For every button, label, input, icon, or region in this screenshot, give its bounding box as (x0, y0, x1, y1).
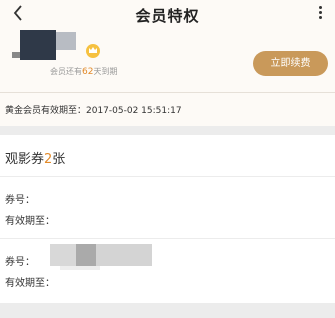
tickets-section: 观影券2张 券号： 有效期至： 券号： 有效期至： (0, 135, 335, 303)
member-card: 会员还有62天到期 立即续费 (0, 30, 335, 92)
membership-validity-text: 黄金会员有效期至：2017-05-02 15:51:17 (5, 106, 182, 116)
crown-icon (86, 44, 100, 58)
ticket-number-label: 券号： (5, 195, 35, 206)
renew-button[interactable]: 立即续费 (253, 51, 328, 76)
ticket-expiry-label: 有效期至： (5, 278, 55, 289)
expire-days: 62 (82, 67, 94, 77)
more-vertical-icon[interactable] (315, 5, 325, 25)
ticket-expiry-label: 有效期至： (5, 216, 55, 227)
navbar: 会员特权 (0, 0, 335, 30)
membership-expire-text: 会员还有62天到期 (50, 67, 118, 77)
ticket-number-label: 券号： (5, 257, 35, 268)
bottom-strip (0, 303, 335, 318)
tickets-title: 观影券2张 (5, 152, 66, 167)
divider (0, 176, 335, 177)
ticket-number-redacted (50, 244, 152, 270)
avatar[interactable] (12, 30, 80, 60)
divider (0, 238, 335, 239)
page-title: 会员特权 (135, 7, 200, 25)
section-gap (0, 126, 335, 135)
membership-validity-row: 黄金会员有效期至：2017-05-02 15:51:17 (0, 93, 335, 126)
